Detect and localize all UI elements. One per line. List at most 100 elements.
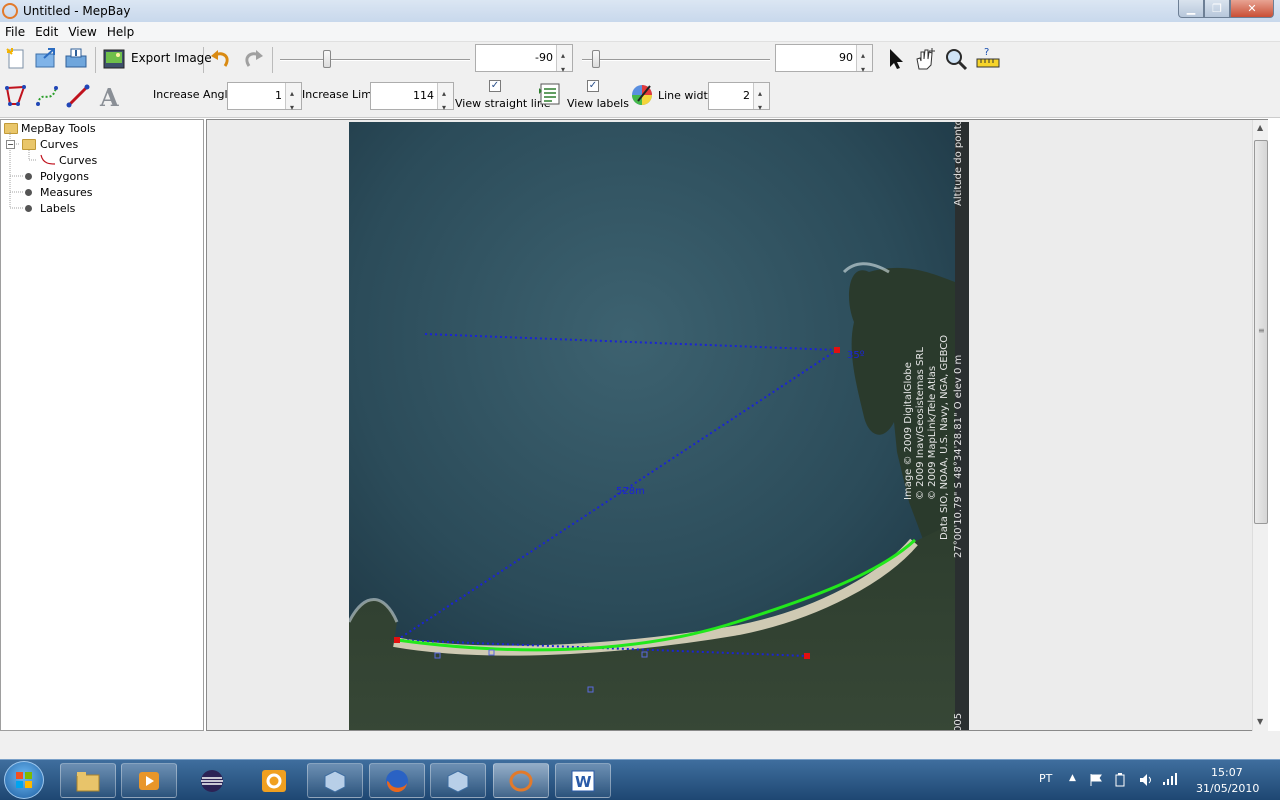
taskbar-virtualbox-2[interactable] bbox=[430, 763, 486, 798]
altitude-label: Altitude do ponto bbox=[953, 119, 964, 206]
minimize-button[interactable]: ▁ bbox=[1178, 0, 1204, 18]
taskbar-media-player[interactable] bbox=[121, 763, 177, 798]
network-icon[interactable] bbox=[1162, 772, 1178, 786]
menu-file[interactable]: File bbox=[0, 25, 30, 39]
new-file-icon[interactable] bbox=[4, 46, 28, 70]
view-straight-line-label: View straight line bbox=[455, 97, 551, 110]
media-player-icon bbox=[139, 772, 159, 790]
line-width-stepper[interactable] bbox=[753, 81, 769, 121]
tree-item-curves[interactable]: Curves bbox=[59, 154, 97, 167]
vertex-marker[interactable] bbox=[394, 637, 400, 643]
increase-limit-input[interactable]: 114 bbox=[370, 81, 454, 121]
taskbar-word[interactable]: W bbox=[555, 763, 611, 798]
increase-angle-input[interactable]: 1 bbox=[227, 81, 302, 121]
volume-icon[interactable] bbox=[1139, 773, 1153, 787]
windows-taskbar: W PT ▲ 15:07 31/05/2010 bbox=[0, 759, 1280, 800]
taskbar-firefox[interactable] bbox=[369, 763, 425, 798]
power-icon[interactable] bbox=[1113, 773, 1127, 787]
undo-icon[interactable] bbox=[209, 47, 233, 71]
tree-item-measures[interactable]: Measures bbox=[40, 186, 92, 199]
reference-line bbox=[424, 333, 838, 351]
cube-icon bbox=[447, 770, 469, 793]
taskbar-eclipse[interactable] bbox=[184, 763, 240, 798]
polygon-tool-icon[interactable] bbox=[4, 84, 28, 108]
angle-min-input[interactable]: -90 bbox=[475, 43, 573, 83]
menu-bar: File Edit View Help bbox=[0, 22, 1280, 42]
increase-angle-value: 1 bbox=[275, 89, 282, 102]
folder-icon bbox=[76, 772, 100, 792]
scrollbar-thumb[interactable]: ≡ bbox=[1254, 140, 1268, 524]
vertical-scrollbar[interactable]: ▲ ≡ ▼ bbox=[1252, 120, 1268, 731]
measure-overlay bbox=[394, 333, 917, 693]
start-button[interactable] bbox=[4, 761, 44, 799]
credits-line-4: Data SIO, NOAA, U.S. Navy, NGA, GEBCO bbox=[939, 334, 950, 540]
action-center-flag-icon[interactable] bbox=[1089, 773, 1103, 787]
vertex-marker[interactable] bbox=[804, 653, 810, 659]
view-straight-line-checkbox[interactable]: ✓ bbox=[489, 80, 501, 92]
angle-max-stepper[interactable] bbox=[856, 43, 872, 83]
control-point[interactable] bbox=[488, 649, 495, 656]
clock-date[interactable]: 31/05/2010 bbox=[1196, 782, 1259, 795]
increase-limit-stepper[interactable] bbox=[437, 81, 453, 121]
line-width-input[interactable]: 2 bbox=[708, 81, 770, 121]
toolbar-separator bbox=[272, 47, 273, 73]
control-point[interactable] bbox=[587, 686, 594, 693]
language-indicator[interactable]: PT bbox=[1039, 772, 1052, 785]
credits-line-1: Image © 2009 DigitalGlobe bbox=[903, 362, 914, 500]
menu-edit[interactable]: Edit bbox=[30, 25, 63, 39]
scroll-up-arrow-icon[interactable]: ▲ bbox=[1257, 123, 1263, 132]
angle-min-stepper[interactable] bbox=[556, 43, 572, 83]
increase-limit-value: 114 bbox=[413, 89, 434, 102]
close-button[interactable]: ✕ bbox=[1230, 0, 1274, 18]
menu-help[interactable]: Help bbox=[102, 25, 139, 39]
collapse-toggle[interactable]: − bbox=[6, 140, 15, 149]
increase-angle-stepper[interactable] bbox=[285, 81, 301, 121]
angle-min-slider-thumb[interactable] bbox=[323, 50, 331, 68]
taskbar-mepbay-active[interactable] bbox=[493, 763, 549, 798]
toolbar-separator bbox=[203, 47, 204, 73]
pan-hand-icon[interactable] bbox=[913, 47, 937, 71]
maximize-button[interactable]: ❐ bbox=[1204, 0, 1230, 18]
credits-line-2: © 2009 Inav/Geosistemas SRL bbox=[915, 347, 926, 500]
curve-item-icon bbox=[40, 154, 56, 165]
open-file-icon[interactable] bbox=[34, 46, 58, 70]
eclipse-icon bbox=[201, 770, 223, 792]
measure-line-tool-icon[interactable] bbox=[66, 84, 90, 108]
window-title: Untitled - MepBay bbox=[23, 4, 131, 18]
menu-view[interactable]: View bbox=[63, 25, 101, 39]
tree-item-labels[interactable]: Labels bbox=[40, 202, 75, 215]
export-image-icon[interactable] bbox=[102, 47, 126, 71]
measure-ruler-icon[interactable]: ? bbox=[976, 46, 1000, 70]
taskbar-virtualbox-1[interactable] bbox=[307, 763, 363, 798]
control-point[interactable] bbox=[434, 652, 441, 659]
map-canvas[interactable]: 35º 528m Image © 2009 DigitalGlobe © 200… bbox=[206, 119, 1268, 731]
view-labels-checkbox[interactable]: ✓ bbox=[587, 80, 599, 92]
taskbar-settings-app[interactable] bbox=[246, 763, 302, 798]
clock-time[interactable]: 15:07 bbox=[1211, 766, 1243, 779]
status-bar bbox=[0, 731, 1280, 759]
vertex-marker[interactable] bbox=[834, 347, 840, 353]
angle-max-slider-thumb[interactable] bbox=[592, 50, 600, 68]
angle-min-slider[interactable] bbox=[280, 59, 470, 61]
color-picker-icon[interactable] bbox=[630, 83, 654, 107]
tree-folder-curves[interactable]: Curves bbox=[40, 138, 78, 151]
label-tool-icon[interactable]: A bbox=[97, 84, 121, 108]
angle-max-input[interactable]: 90 bbox=[775, 43, 873, 83]
control-point[interactable] bbox=[641, 651, 648, 658]
save-file-icon[interactable] bbox=[64, 46, 88, 70]
export-image-button[interactable]: Export Image bbox=[131, 51, 212, 65]
app-window: Untitled - MepBay ▁ ❐ ✕ File Edit View H… bbox=[0, 0, 1280, 800]
curve-tool-icon[interactable] bbox=[35, 84, 59, 108]
toolbar-separator bbox=[95, 47, 96, 73]
tree-item-polygons[interactable]: Polygons bbox=[40, 170, 89, 183]
scroll-down-arrow-icon[interactable]: ▼ bbox=[1257, 717, 1263, 726]
firefox-icon bbox=[386, 770, 408, 793]
angle-max-slider[interactable] bbox=[582, 59, 770, 61]
taskbar-explorer[interactable] bbox=[60, 763, 116, 798]
svg-text:?: ? bbox=[984, 47, 989, 58]
list-view-icon[interactable] bbox=[538, 82, 562, 106]
show-hidden-icons-icon[interactable]: ▲ bbox=[1069, 773, 1076, 783]
pointer-icon[interactable] bbox=[884, 47, 908, 71]
zoom-icon[interactable] bbox=[944, 47, 968, 71]
redo-icon[interactable] bbox=[241, 47, 265, 71]
